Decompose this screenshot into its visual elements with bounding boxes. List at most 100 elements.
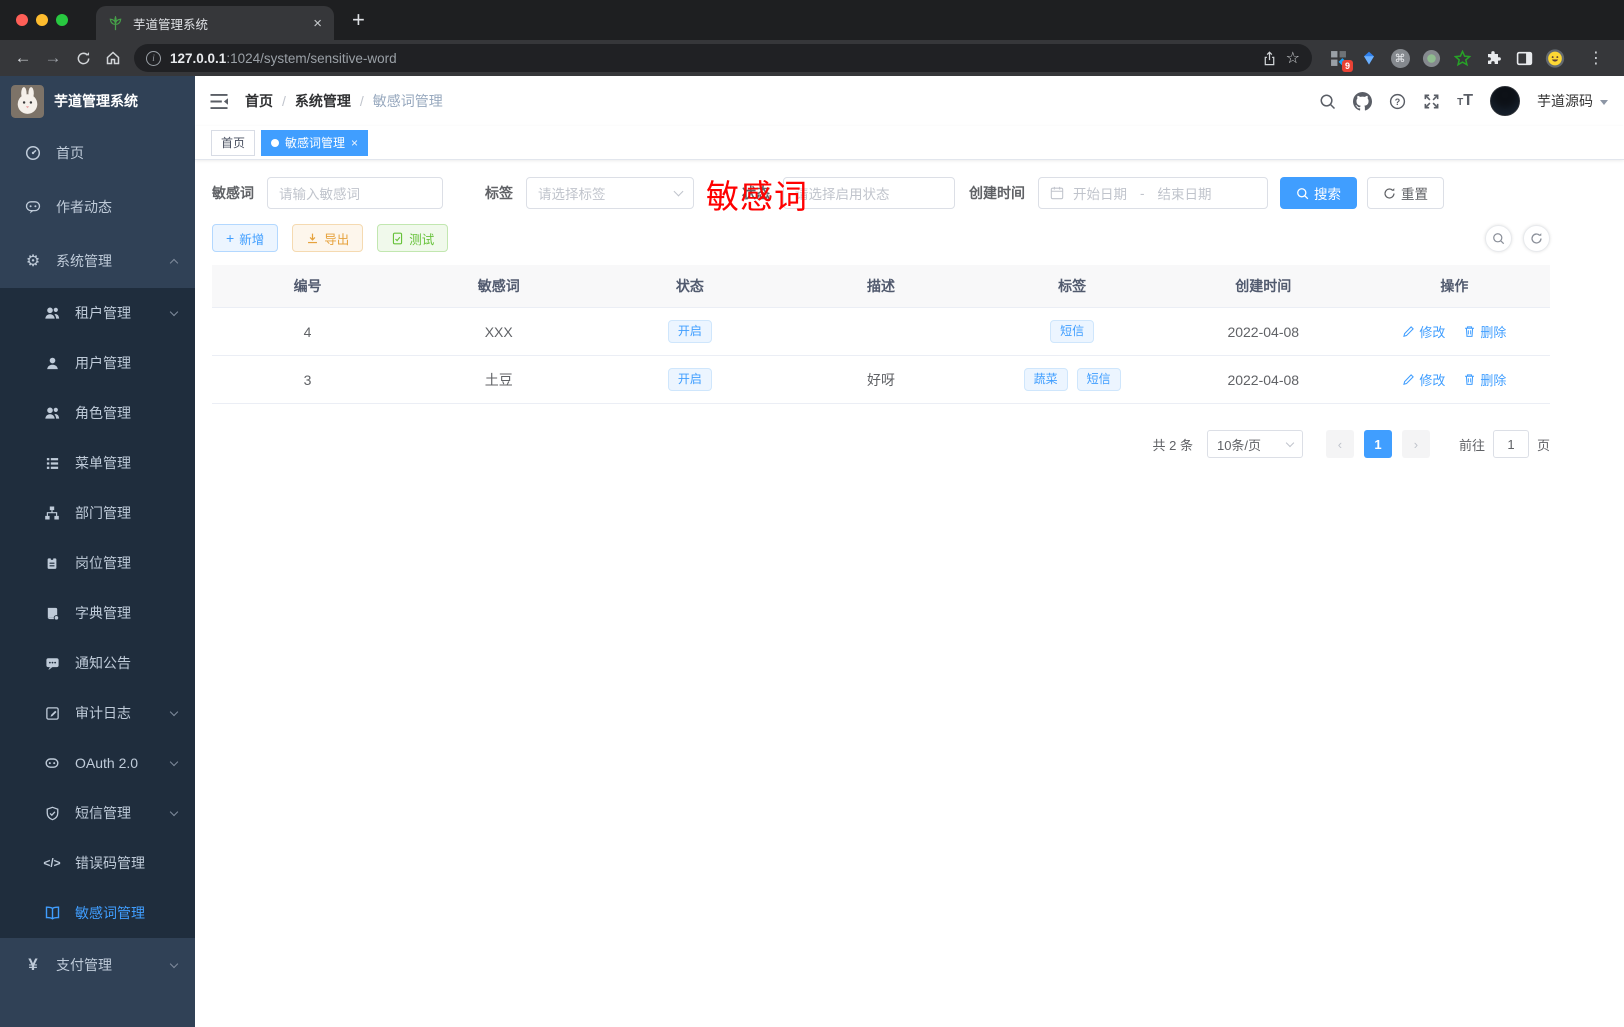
page-size-select[interactable]: 10条/页	[1206, 430, 1303, 458]
audit-icon	[43, 706, 61, 721]
maximize-window-button[interactable]	[56, 14, 68, 26]
user-icon	[43, 356, 61, 371]
forward-icon[interactable]: →	[38, 48, 68, 68]
export-button[interactable]: 导出	[292, 224, 364, 252]
extension-grid-icon[interactable]: 9	[1328, 48, 1353, 72]
github-icon[interactable]	[1353, 91, 1373, 111]
dept-icon	[43, 505, 61, 521]
sidebar-item-label: 岗位管理	[75, 555, 131, 571]
help-icon[interactable]: ?	[1389, 93, 1406, 110]
browser-tab[interactable]: 芋道管理系统 ×	[96, 6, 334, 40]
sidebar-item-author[interactable]: 作者动态	[0, 180, 195, 234]
sidebar-item-sms[interactable]: 短信管理	[0, 788, 195, 838]
notice-icon	[43, 656, 61, 671]
cell-created-time: 2022-04-08	[1167, 355, 1359, 404]
page-number-button[interactable]: 1	[1363, 430, 1392, 458]
table-body: 4 XXX 开启 短信 2022-04-08 修改 删除 3 土豆 开启 好呀 蔬菜 短信 2022-04…	[212, 307, 1550, 404]
sidebar-item-label: 租户管理	[75, 305, 131, 321]
close-window-button[interactable]	[16, 14, 28, 26]
status-badge: 开启	[667, 367, 712, 392]
sidebar-item-user[interactable]: 用户管理	[0, 338, 195, 388]
sidebar-item-audit[interactable]: 审计日志	[0, 688, 195, 738]
date-range-input[interactable]: 开始日期 - 结束日期	[1038, 177, 1268, 209]
sidebar-menu: 首页 作者动态 ⚙ 系统管理租户管理用户管理 角色管理 菜单管理 部门管理岗位管理字典管理通…	[0, 126, 195, 992]
sidebar-item-menu[interactable]: 菜单管理	[0, 438, 195, 488]
add-button[interactable]: + 新增	[212, 224, 279, 252]
sidebar-item-oauth[interactable]: OAuth 2.0	[0, 738, 195, 788]
extension-record-icon[interactable]	[1421, 48, 1441, 68]
breadcrumb-item[interactable]: 系统管理	[295, 91, 351, 111]
sidebar-item-errcode[interactable]: </> 错误码管理	[0, 838, 195, 888]
url-bar[interactable]: i 127.0.0.1:1024/system/sensitive-word ☆	[134, 44, 1312, 72]
new-tab-button[interactable]: +	[352, 7, 365, 33]
username-label: 芋道源码	[1537, 93, 1593, 109]
extension-command-icon[interactable]: ⌘	[1390, 48, 1410, 68]
sidebar-item-home[interactable]: 首页	[0, 126, 195, 180]
delete-link[interactable]: 删除	[1463, 322, 1506, 341]
keyword-input[interactable]: 请输入敏感词	[267, 177, 443, 209]
sidebar-item-dept[interactable]: 部门管理	[0, 488, 195, 538]
profile-avatar-icon[interactable]	[1545, 48, 1565, 68]
extension-gem-icon[interactable]	[1359, 48, 1379, 68]
sidebar-item-role[interactable]: 角色管理	[0, 388, 195, 438]
column-header: 敏感词	[403, 265, 595, 308]
font-size-icon[interactable]: TT	[1457, 92, 1473, 110]
chevron-down-icon	[169, 307, 179, 316]
reset-button[interactable]: 重置	[1367, 177, 1444, 209]
active-dot	[271, 138, 280, 147]
tab-close-icon[interactable]: ×	[313, 15, 322, 32]
site-info-icon[interactable]: i	[146, 50, 161, 66]
user-avatar[interactable]	[1490, 86, 1520, 116]
status-select[interactable]: 请选择启用状态	[783, 177, 955, 209]
sidebar-item-label: 支付管理	[56, 957, 112, 973]
download-icon	[308, 233, 318, 243]
sidebar-item-pay[interactable]: ¥ 支付管理	[0, 938, 195, 992]
search-icon[interactable]	[1319, 93, 1336, 110]
search-button[interactable]: 搜索	[1280, 177, 1357, 209]
fullscreen-icon[interactable]	[1423, 93, 1440, 110]
tags-view-tab[interactable]: 首页	[211, 129, 256, 156]
prev-page-button[interactable]: ‹	[1325, 430, 1354, 458]
browser-menu-icon[interactable]: ⋮	[1582, 48, 1610, 68]
chevron-up-icon	[169, 258, 179, 268]
bookmark-star-icon[interactable]: ☆	[1286, 48, 1300, 68]
refresh-table-button[interactable]	[1523, 224, 1550, 252]
user-menu[interactable]: 芋道源码	[1537, 91, 1608, 111]
sidebar-item-sensitive[interactable]: 敏感词管理	[0, 888, 195, 938]
sidebar-item-dict[interactable]: 字典管理	[0, 588, 195, 638]
sidebar-item-post[interactable]: 岗位管理	[0, 538, 195, 588]
sidebar-item-notice[interactable]: 通知公告	[0, 638, 195, 688]
edit-link[interactable]: 修改	[1402, 322, 1445, 341]
delete-link[interactable]: 删除	[1463, 370, 1506, 389]
test-button[interactable]: 测试	[377, 224, 449, 252]
tag-label: 标签	[485, 185, 513, 201]
window-controls[interactable]	[0, 14, 82, 26]
tags-view-tab[interactable]: 敏感词管理 ×	[261, 129, 369, 156]
tag-badge: 短信	[1050, 319, 1095, 344]
chevron-down-icon	[169, 757, 179, 766]
collapse-menu-icon[interactable]	[209, 93, 229, 110]
minimize-window-button[interactable]	[36, 14, 48, 26]
sidebar-item-system[interactable]: ⚙ 系统管理	[0, 234, 195, 288]
menu-tree-icon	[43, 456, 61, 471]
next-page-button[interactable]: ›	[1401, 430, 1430, 458]
toggle-search-button[interactable]	[1485, 224, 1512, 252]
breadcrumb-item[interactable]: 首页	[245, 91, 273, 111]
side-panel-icon[interactable]	[1514, 48, 1534, 68]
close-icon[interactable]: ×	[351, 136, 358, 150]
back-icon[interactable]: ←	[8, 48, 38, 68]
cell-tags: 蔬菜 短信	[976, 355, 1168, 404]
goto-page-input[interactable]: 1	[1492, 430, 1529, 458]
app-title: 芋道管理系统	[54, 93, 138, 109]
share-icon[interactable]	[1262, 50, 1277, 66]
reload-icon[interactable]	[68, 51, 98, 66]
sidebar-item-label: 敏感词管理	[75, 905, 145, 921]
edit-link[interactable]: 修改	[1402, 370, 1445, 389]
sidebar-item-tenant[interactable]: 租户管理	[0, 288, 195, 338]
extension-star-icon[interactable]	[1452, 48, 1472, 68]
home-icon[interactable]	[98, 50, 128, 66]
app-logo-row[interactable]: 芋道管理系统	[0, 76, 195, 126]
extensions-puzzle-icon[interactable]	[1483, 48, 1503, 68]
tab-title: 芋道管理系统	[133, 17, 209, 32]
tag-select[interactable]: 请选择标签	[526, 177, 694, 209]
